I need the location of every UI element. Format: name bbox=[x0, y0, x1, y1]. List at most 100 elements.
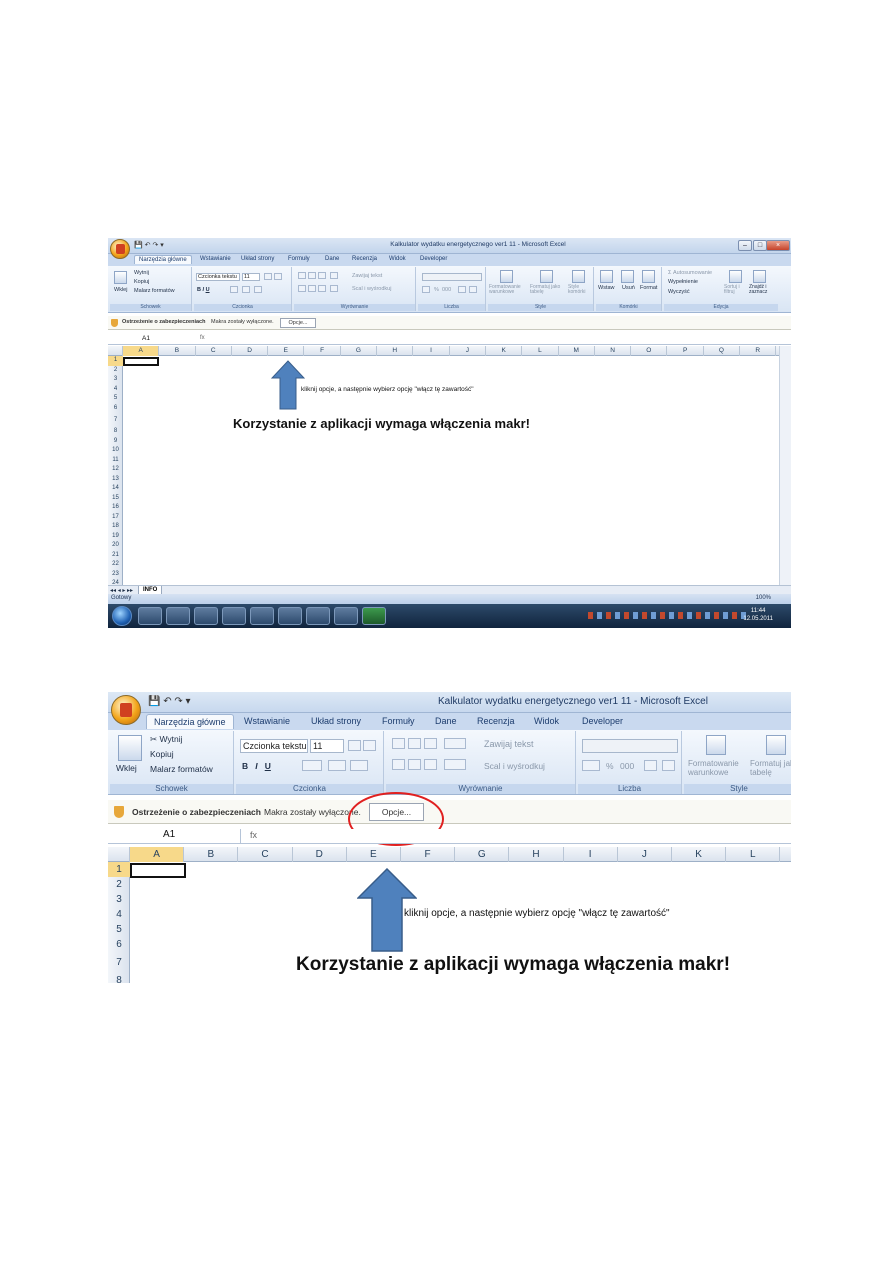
system-tray[interactable] bbox=[588, 612, 748, 619]
column-header[interactable]: D bbox=[232, 346, 269, 356]
row-header[interactable]: 14 bbox=[108, 484, 123, 494]
row-header[interactable]: 23 bbox=[108, 570, 123, 580]
align-right-icon[interactable] bbox=[424, 759, 437, 770]
row-header[interactable]: 8 bbox=[108, 974, 130, 983]
number-format-select[interactable] bbox=[422, 273, 482, 281]
indent-icon[interactable] bbox=[444, 759, 466, 770]
conditional-format-button[interactable]: Formatowanie warunkowe bbox=[489, 285, 527, 295]
taskbar-excel-icon[interactable] bbox=[362, 607, 386, 625]
shrink-font-icon[interactable] bbox=[363, 740, 376, 751]
font-size-select[interactable]: 11 bbox=[242, 273, 260, 281]
row-header[interactable]: 18 bbox=[108, 522, 123, 532]
start-button[interactable] bbox=[112, 606, 132, 626]
taskbar-game-icon[interactable] bbox=[334, 607, 358, 625]
copy-button[interactable]: Kopiuj bbox=[150, 749, 174, 759]
wrap-text-button[interactable]: Zawijaj tekst bbox=[484, 739, 534, 749]
column-header[interactable]: O bbox=[631, 346, 668, 356]
row-header[interactable]: 7 bbox=[108, 952, 130, 974]
grow-font-icon[interactable] bbox=[264, 273, 272, 280]
row-header[interactable]: 2 bbox=[108, 366, 123, 376]
align-top-icon[interactable] bbox=[298, 272, 306, 279]
column-header[interactable]: B bbox=[184, 847, 239, 862]
cell-styles-button[interactable]: Style komórki bbox=[568, 285, 592, 295]
tab-developer[interactable]: Developer bbox=[420, 256, 447, 262]
number-format-select[interactable] bbox=[582, 739, 678, 753]
percent-button[interactable]: % bbox=[434, 287, 439, 293]
column-header[interactable]: P bbox=[668, 346, 704, 356]
row-header[interactable]: 12 bbox=[108, 465, 123, 475]
active-cell[interactable] bbox=[123, 357, 159, 366]
grow-font-icon[interactable] bbox=[348, 740, 361, 751]
taskbar-media-icon[interactable] bbox=[194, 607, 218, 625]
function-icon[interactable]: fx bbox=[248, 830, 304, 843]
quick-access-toolbar[interactable]: 💾 ↶ ↷ ▾ bbox=[148, 696, 191, 707]
format-table-button[interactable]: Formatuj jako tabelę bbox=[530, 285, 564, 295]
increase-decimal-icon[interactable] bbox=[458, 286, 466, 293]
decrease-decimal-icon[interactable] bbox=[469, 286, 477, 293]
cut-button[interactable]: ✂ Wytnij bbox=[150, 734, 183, 745]
column-header[interactable]: G bbox=[341, 346, 378, 356]
tab-page-layout[interactable]: Układ strony bbox=[311, 716, 361, 726]
font-name-select[interactable]: Czcionka tekstu bbox=[196, 273, 240, 281]
column-header[interactable]: D bbox=[293, 847, 347, 862]
row-header[interactable]: 5 bbox=[108, 922, 130, 937]
column-header[interactable]: I bbox=[564, 847, 618, 862]
column-header[interactable]: H bbox=[509, 847, 564, 862]
taskbar-explorer-icon[interactable] bbox=[138, 607, 162, 625]
column-header[interactable]: M bbox=[559, 346, 595, 356]
name-box[interactable]: A1 bbox=[109, 829, 241, 844]
row-header[interactable]: 9 bbox=[108, 437, 123, 447]
align-right-icon[interactable] bbox=[318, 285, 326, 292]
orientation-icon[interactable] bbox=[444, 738, 466, 749]
align-top-icon[interactable] bbox=[392, 738, 405, 749]
row-header[interactable]: 21 bbox=[108, 551, 123, 561]
column-header[interactable]: R bbox=[740, 346, 777, 356]
delete-button[interactable]: Usuń bbox=[622, 285, 635, 291]
row-header[interactable]: 1 bbox=[108, 356, 123, 366]
copy-button[interactable]: Kopiuj bbox=[134, 279, 149, 285]
tab-review[interactable]: Recenzja bbox=[352, 256, 377, 262]
column-header[interactable]: A bbox=[130, 847, 185, 862]
row-header[interactable]: 16 bbox=[108, 503, 123, 513]
office-button[interactable] bbox=[110, 239, 130, 259]
row-header[interactable]: 4 bbox=[108, 907, 130, 922]
align-middle-icon[interactable] bbox=[408, 738, 421, 749]
font-size-select[interactable]: 11 bbox=[310, 739, 344, 753]
column-header[interactable]: Q bbox=[704, 346, 741, 356]
column-header[interactable]: B bbox=[159, 346, 196, 356]
align-center-icon[interactable] bbox=[408, 759, 421, 770]
column-header[interactable]: H bbox=[377, 346, 414, 356]
minimize-button[interactable]: – bbox=[738, 240, 752, 251]
sort-filter-button[interactable]: Sortuj i filtruj bbox=[724, 285, 748, 295]
function-icon[interactable]: fx bbox=[198, 335, 234, 345]
currency-icon[interactable] bbox=[582, 760, 600, 771]
column-header[interactable]: N bbox=[595, 346, 632, 356]
zoom-level[interactable]: 100% bbox=[756, 595, 771, 601]
bold-icon[interactable]: B I U bbox=[242, 761, 271, 771]
column-header[interactable]: E bbox=[347, 847, 401, 862]
fill-button[interactable]: Wypełnienie bbox=[668, 279, 698, 285]
increase-decimal-icon[interactable] bbox=[644, 760, 657, 771]
fill-color-icon[interactable] bbox=[328, 760, 346, 771]
row-header[interactable]: 11 bbox=[108, 456, 123, 466]
conditional-format-button[interactable]: Formatowanie warunkowe bbox=[688, 759, 746, 777]
row-header[interactable]: 15 bbox=[108, 494, 123, 504]
row-header[interactable]: 1 bbox=[108, 862, 130, 877]
row-header[interactable]: 10 bbox=[108, 446, 123, 456]
taskbar-folder-icon[interactable] bbox=[166, 607, 190, 625]
format-table-button[interactable]: Formatuj jako tabelę bbox=[750, 759, 791, 777]
row-header[interactable]: 2 bbox=[108, 877, 130, 892]
column-header[interactable]: J bbox=[618, 847, 672, 862]
close-button[interactable]: × bbox=[766, 240, 790, 251]
taskbar-mail-icon[interactable] bbox=[222, 607, 246, 625]
tab-data[interactable]: Dane bbox=[435, 716, 457, 726]
maximize-button[interactable]: □ bbox=[753, 240, 767, 251]
column-header[interactable]: I bbox=[413, 346, 450, 356]
column-header[interactable]: G bbox=[455, 847, 510, 862]
align-center-icon[interactable] bbox=[308, 285, 316, 292]
cut-button[interactable]: Wytnij bbox=[134, 270, 149, 276]
row-header[interactable]: 4 bbox=[108, 385, 123, 395]
tab-view[interactable]: Widok bbox=[389, 256, 406, 262]
quick-access-toolbar[interactable]: 💾 ↶ ↷ ▾ bbox=[134, 241, 164, 249]
office-button[interactable] bbox=[111, 695, 141, 725]
